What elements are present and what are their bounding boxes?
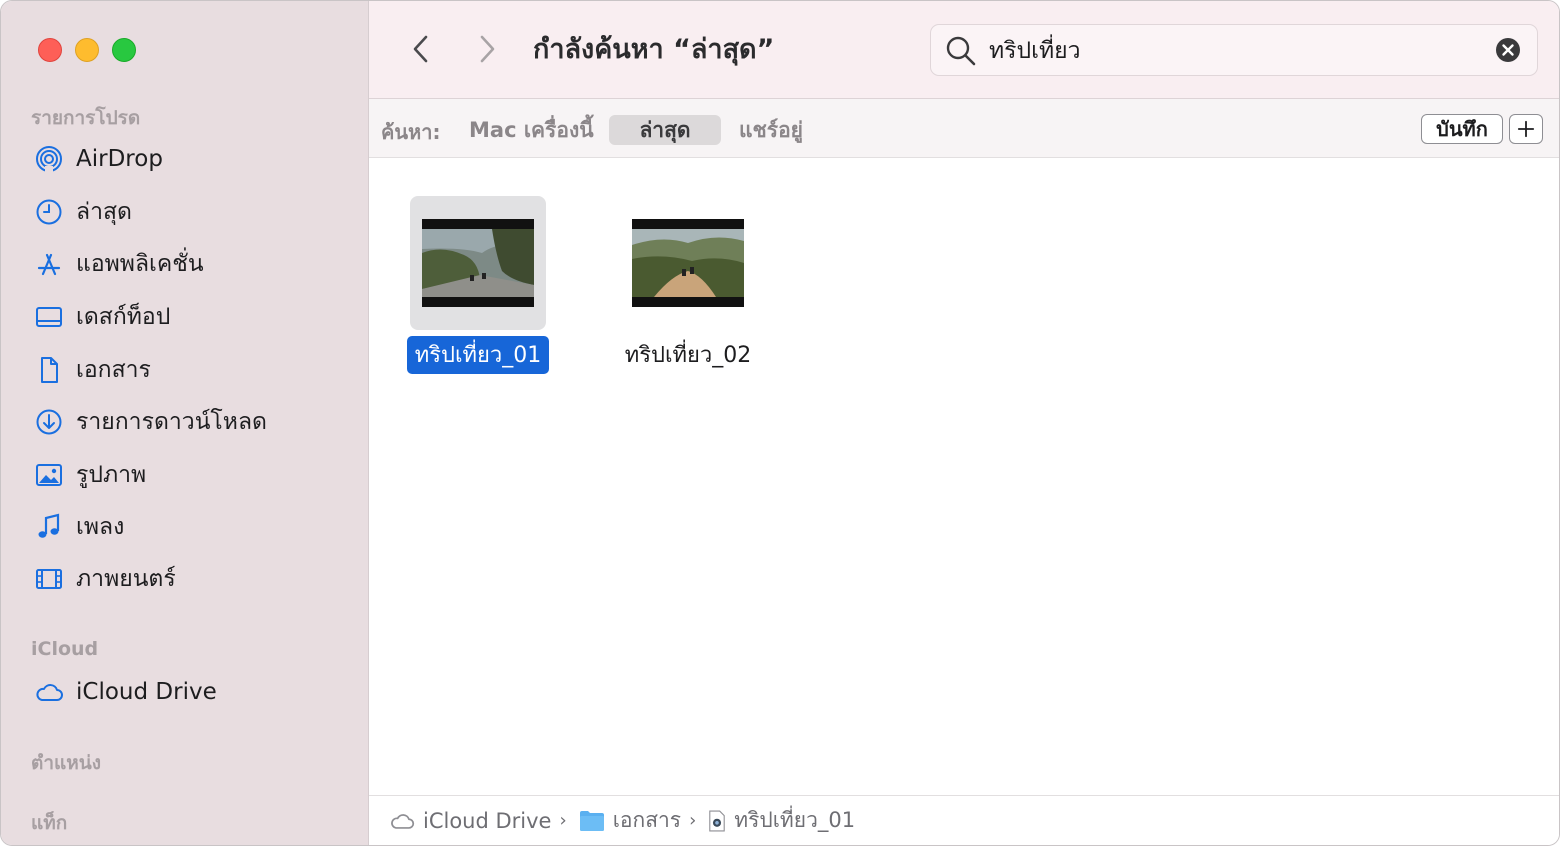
sidebar-item-label: รูปภาพ xyxy=(76,462,147,488)
download-icon xyxy=(36,409,62,435)
sidebar-item-label: แอพพลิเคชั่น xyxy=(76,251,204,277)
sidebar-item-label: AirDrop xyxy=(76,146,163,172)
path-segment-label: iCloud Drive xyxy=(423,808,552,833)
cloud-icon xyxy=(36,684,63,701)
file-name-label: ทริปเที่ยว_02 xyxy=(624,343,752,368)
chevron-left-icon xyxy=(413,35,428,63)
sidebar-item-label: iCloud Drive xyxy=(76,679,217,705)
path-bar: iCloud Drive › เอกสาร › ทริปเที่ยว_01 xyxy=(369,795,1559,845)
video-file-icon xyxy=(709,810,726,831)
folder-icon xyxy=(579,810,604,831)
search-scope-bar: ค้นหา: Mac เครื่องนี้ ล่าสุด แชร์อยู่ บั… xyxy=(369,99,1559,158)
desktop-icon xyxy=(36,307,62,327)
window-title: กำลังค้นหา “ล่าสุด” xyxy=(533,34,775,65)
video-thumbnail xyxy=(632,219,744,307)
chevron-right-icon: › xyxy=(559,810,567,831)
close-window-button[interactable] xyxy=(38,38,62,62)
locations-section-title: ตำแหน่ง xyxy=(31,752,102,774)
file-item[interactable]: ทริปเที่ยว_02 xyxy=(608,196,768,374)
search-field[interactable] xyxy=(930,24,1538,76)
icloud-section-title: iCloud xyxy=(31,638,99,660)
forward-button[interactable] xyxy=(469,29,505,69)
sidebar-item-label: เดสก์ท็อป xyxy=(76,304,171,330)
toolbar: กำลังค้นหา “ล่าสุด” xyxy=(369,1,1559,99)
favorites-section-title: รายการโปรด xyxy=(31,107,141,129)
applications-icon xyxy=(37,253,61,276)
cloud-icon xyxy=(391,813,415,829)
photo-icon xyxy=(36,464,62,486)
file-results-area: ทริปเที่ยว_01 ทริปเที่ยว_02 xyxy=(369,158,1559,794)
document-icon xyxy=(41,357,58,383)
file-item[interactable]: ทริปเที่ยว_01 xyxy=(398,196,558,374)
sidebar-item-recents[interactable]: ล่าสุด xyxy=(34,192,354,232)
path-segment-label: เอกสาร xyxy=(612,808,682,832)
music-icon xyxy=(38,513,60,538)
sidebar-item-movies[interactable]: ภาพยนตร์ xyxy=(34,559,354,599)
scope-this-mac[interactable]: Mac เครื่องนี้ xyxy=(455,115,608,145)
clock-icon xyxy=(36,199,62,225)
file-thumbnail-frame xyxy=(620,196,756,330)
search-icon xyxy=(946,36,976,66)
sidebar-item-downloads[interactable]: รายการดาวน์โหลด xyxy=(34,402,354,442)
scope-label: ค้นหา: xyxy=(381,120,441,144)
sidebar-item-label: ภาพยนตร์ xyxy=(76,566,176,592)
sidebar-item-label: ล่าสุด xyxy=(76,199,132,225)
sidebar-item-airdrop[interactable]: AirDrop xyxy=(34,139,354,179)
sidebar-item-music[interactable]: เพลง xyxy=(34,507,354,547)
add-criteria-button[interactable] xyxy=(1509,114,1543,144)
sidebar: รายการโปรด AirDrop ล่าสุด แอพพลิเคชั่น เ… xyxy=(1,1,369,845)
sidebar-item-desktop[interactable]: เดสก์ท็อป xyxy=(34,297,354,337)
search-input[interactable] xyxy=(987,33,1471,69)
tags-section-title: แท็ก xyxy=(31,812,68,834)
clear-search-icon[interactable] xyxy=(1495,37,1521,63)
back-button[interactable] xyxy=(403,29,439,69)
sidebar-item-documents[interactable]: เอกสาร xyxy=(34,350,354,390)
sidebar-item-icloud-drive[interactable]: iCloud Drive xyxy=(34,672,354,712)
window-controls xyxy=(38,38,136,62)
sidebar-item-pictures[interactable]: รูปภาพ xyxy=(34,455,354,495)
path-segment-documents[interactable]: เอกสาร xyxy=(579,804,681,837)
path-segment-icloud-drive[interactable]: iCloud Drive xyxy=(389,808,551,834)
sidebar-item-applications[interactable]: แอพพลิเคชั่น xyxy=(34,244,354,284)
finder-window: รายการโปรด AirDrop ล่าสุด แอพพลิเคชั่น เ… xyxy=(0,0,1560,846)
video-thumbnail xyxy=(422,219,534,307)
path-segment-file[interactable]: ทริปเที่ยว_01 xyxy=(708,804,855,837)
chevron-right-icon: › xyxy=(689,810,697,831)
scope-shared[interactable]: แชร์อยู่ xyxy=(725,115,817,145)
scope-recents[interactable]: ล่าสุด xyxy=(609,115,721,145)
path-segment-label: ทริปเที่ยว_01 xyxy=(734,808,856,832)
save-search-button[interactable]: บันทึก xyxy=(1421,114,1503,144)
minimize-window-button[interactable] xyxy=(75,38,99,62)
plus-icon xyxy=(1517,120,1535,138)
zoom-window-button[interactable] xyxy=(112,38,136,62)
file-thumbnail-frame xyxy=(410,196,546,330)
chevron-right-icon xyxy=(480,35,495,63)
sidebar-item-label: เอกสาร xyxy=(76,357,151,383)
film-icon xyxy=(36,569,62,589)
sidebar-item-label: รายการดาวน์โหลด xyxy=(76,409,267,435)
sidebar-item-label: เพลง xyxy=(76,514,125,540)
file-name-label: ทริปเที่ยว_01 xyxy=(406,336,550,374)
airdrop-icon xyxy=(36,146,62,172)
